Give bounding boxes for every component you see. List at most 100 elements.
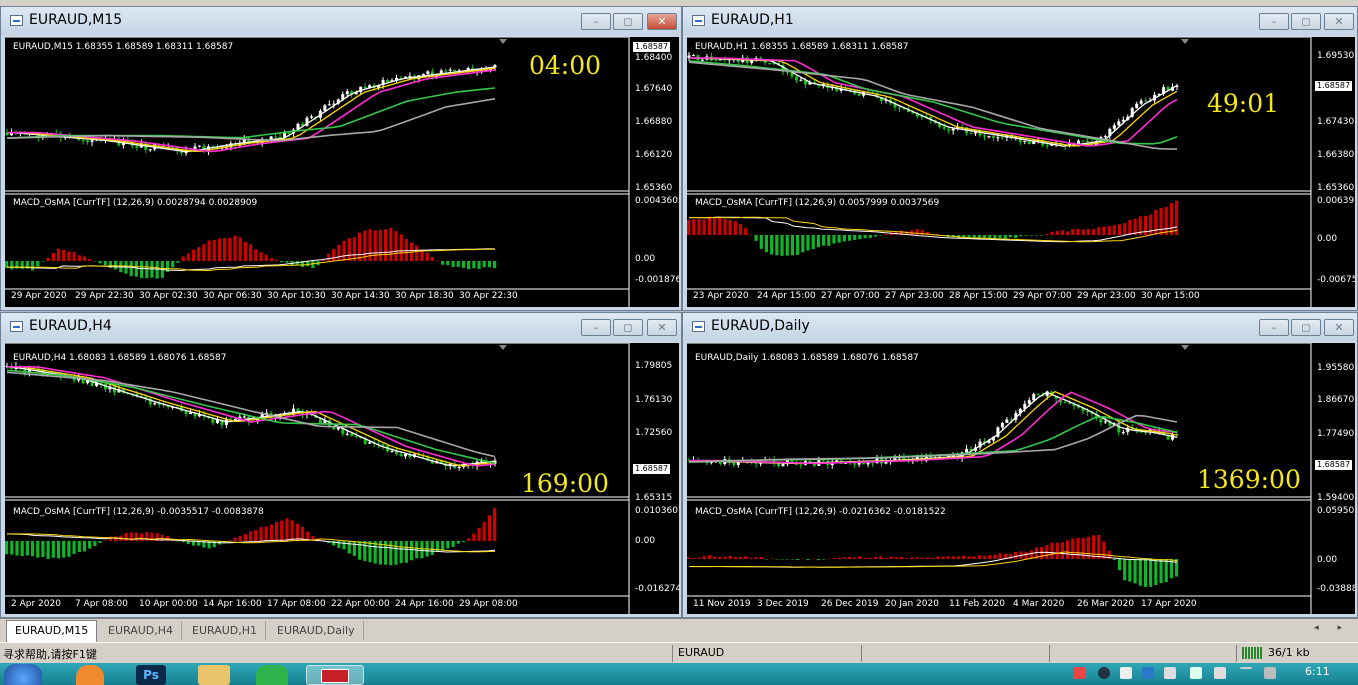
shift-marker-icon[interactable]: [499, 345, 507, 350]
osma-bar: [223, 237, 227, 261]
tray-arrow-icon[interactable]: [1240, 667, 1252, 681]
shift-marker-icon[interactable]: [1181, 345, 1189, 350]
price-tick: 1.69530: [1317, 51, 1355, 61]
osma-bar: [1102, 226, 1106, 235]
tab-scroll-arrows-icon[interactable]: ◂ ▸: [1314, 623, 1350, 633]
macd-tick: 0.00: [635, 254, 656, 264]
osma-bar: [181, 541, 185, 543]
wechat-icon[interactable]: [256, 665, 288, 685]
tray-volume-icon[interactable]: [1264, 667, 1276, 679]
osma-bar: [451, 541, 455, 547]
shift-marker-icon[interactable]: [499, 39, 507, 44]
candle-body: [732, 462, 736, 465]
chart-area[interactable]: EURAUD,H1 1.68355 1.68589 1.68311 1.6858…: [687, 37, 1355, 307]
osma-bar: [764, 559, 769, 560]
tab-euraud-h4[interactable]: EURAUD,H4: [100, 621, 183, 640]
candle-body: [368, 442, 372, 444]
osma-bar: [461, 541, 466, 543]
chart-window-m15[interactable]: EURAUD,M15 – ◻ ✕ EURAUD,M15 1.68355 1.68…: [0, 6, 682, 311]
close-button[interactable]: ✕: [1324, 13, 1354, 30]
chart-window-h1[interactable]: EURAUD,H1 – ◻ ✕ EURAUD,H1 1.68355 1.6858…: [682, 6, 1358, 311]
osma-bar: [347, 541, 351, 554]
tray-help-icon[interactable]: [1098, 667, 1110, 679]
osma-bar: [1143, 559, 1148, 587]
tray-box-icon[interactable]: [1142, 667, 1154, 679]
close-button[interactable]: ✕: [647, 13, 677, 30]
osma-bar: [764, 235, 769, 253]
restore-button[interactable]: ◻: [613, 13, 643, 30]
window-titlebar[interactable]: EURAUD,H4 – ◻ ✕: [1, 313, 681, 341]
minimize-button[interactable]: –: [581, 319, 611, 336]
candle-body: [148, 149, 152, 151]
osma-bar: [82, 256, 87, 261]
tray-battery-icon[interactable]: [1214, 667, 1226, 679]
window-titlebar[interactable]: EURAUD,M15 – ◻ ✕: [1, 7, 681, 35]
candle-body: [354, 435, 358, 437]
osma-bar: [347, 238, 351, 261]
tray-settings-icon[interactable]: [1120, 667, 1132, 679]
osma-bar: [285, 261, 289, 263]
chart-svg: [687, 37, 1312, 307]
time-tick: 7 Apr 08:00: [75, 599, 128, 609]
time-tick: 29 Apr 23:00: [1077, 291, 1136, 301]
osma-bar: [884, 558, 888, 559]
current-price-tag: 1.68587: [633, 464, 671, 474]
candle-body: [86, 140, 90, 142]
shift-marker-icon[interactable]: [1181, 39, 1189, 44]
chart-window-h4[interactable]: EURAUD,H4 – ◻ ✕ EURAUD,H4 1.68083 1.6858…: [0, 312, 682, 618]
macd-label: MACD_OsMA [CurrTF] (12,26,9) -0.0216362 …: [695, 507, 946, 517]
photoshop-icon[interactable]: Ps: [136, 665, 166, 685]
osma-bar: [228, 237, 232, 261]
close-button[interactable]: ✕: [1324, 319, 1354, 336]
chart-area[interactable]: EURAUD,Daily 1.68083 1.68589 1.68076 1.6…: [687, 343, 1355, 614]
minimize-button[interactable]: –: [1259, 13, 1289, 30]
start-orb-icon[interactable]: [4, 664, 42, 685]
folder-icon[interactable]: [198, 665, 230, 685]
tab-euraud-m15[interactable]: EURAUD,M15: [6, 620, 98, 642]
chart-area[interactable]: EURAUD,H4 1.68083 1.68589 1.68076 1.6858…: [5, 343, 679, 614]
osma-bar: [733, 557, 737, 559]
osma-bar: [93, 261, 97, 262]
app-orange-icon[interactable]: [76, 665, 104, 685]
osma-bar: [62, 541, 66, 558]
osma-bar: [1164, 559, 1168, 583]
tab-euraud-h1[interactable]: EURAUD,H1: [184, 621, 267, 640]
ma-fast-line: [688, 391, 1178, 464]
osma-bar: [145, 261, 149, 279]
tray-mouse-icon[interactable]: [1164, 667, 1176, 679]
price-tick: 1.65360: [1317, 183, 1355, 193]
osma-bar: [733, 221, 737, 235]
tray-network-icon[interactable]: [1190, 667, 1202, 679]
tab-euraud-daily[interactable]: EURAUD,Daily: [269, 621, 364, 640]
tray-sogou-icon[interactable]: [1073, 667, 1085, 679]
candle-body: [835, 460, 839, 462]
osma-bar: [775, 559, 779, 560]
close-button[interactable]: ✕: [647, 319, 677, 336]
metatrader-icon[interactable]: [306, 665, 364, 685]
restore-button[interactable]: ◻: [613, 319, 643, 336]
osma-bar: [425, 252, 429, 261]
restore-button[interactable]: ◻: [1291, 319, 1321, 336]
window-titlebar[interactable]: EURAUD,Daily – ◻ ✕: [683, 313, 1357, 341]
minimize-button[interactable]: –: [581, 13, 611, 30]
osma-bar: [801, 558, 805, 560]
chart-window-daily[interactable]: EURAUD,Daily – ◻ ✕ EURAUD,Daily 1.68083 …: [682, 312, 1358, 618]
minimize-button[interactable]: –: [1259, 319, 1289, 336]
ma-gray-line: [688, 414, 1178, 463]
taskbar-clock[interactable]: 6:11: [1305, 665, 1330, 678]
window-titlebar[interactable]: EURAUD,H1 – ◻ ✕: [683, 7, 1357, 35]
osma-bar: [889, 556, 893, 559]
macd-tick: 0.0595038: [1317, 506, 1355, 516]
candle-body: [700, 59, 704, 61]
osma-bar: [1045, 233, 1049, 235]
osma-bar: [920, 557, 924, 559]
macd-tick: 0.0063978: [1317, 196, 1355, 206]
restore-button[interactable]: ◻: [1291, 13, 1321, 30]
osma-bar: [352, 237, 357, 261]
candle-body: [81, 139, 85, 141]
osma-bar: [207, 240, 211, 261]
ma-green-line: [688, 60, 1178, 145]
osma-bar: [1159, 208, 1163, 235]
chart-area[interactable]: EURAUD,M15 1.68355 1.68589 1.68311 1.685…: [5, 37, 679, 307]
osma-bar: [420, 250, 424, 261]
